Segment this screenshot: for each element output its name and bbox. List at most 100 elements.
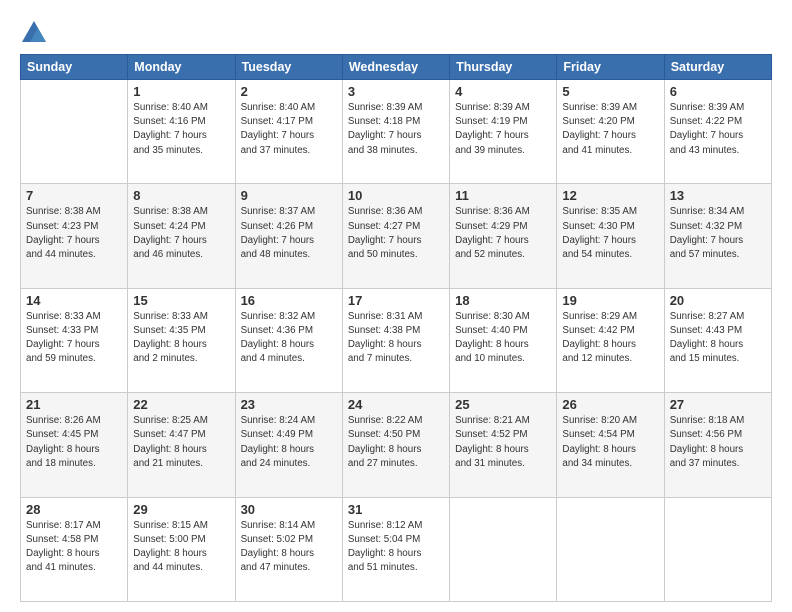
- day-number: 19: [562, 293, 658, 308]
- day-cell: 16 Sunrise: 8:32 AM Sunset: 4:36 PM Dayli…: [235, 288, 342, 392]
- weekday-header-tuesday: Tuesday: [235, 55, 342, 80]
- day-info: Sunrise: 8:17 AM Sunset: 4:58 PM Dayligh…: [26, 519, 122, 576]
- day-number: 17: [348, 293, 444, 308]
- day-cell: 19 Sunrise: 8:29 AM Sunset: 4:42 PM Dayli…: [557, 288, 664, 392]
- day-cell: 12 Sunrise: 8:35 AM Sunset: 4:30 PM Dayli…: [557, 184, 664, 288]
- day-number: 24: [348, 397, 444, 412]
- day-number: 15: [133, 293, 229, 308]
- calendar-page: SundayMondayTuesdayWednesdayThursdayFrid…: [0, 0, 792, 612]
- day-info: Sunrise: 8:36 AM Sunset: 4:29 PM Dayligh…: [455, 205, 551, 262]
- day-number: 5: [562, 84, 658, 99]
- day-number: 25: [455, 397, 551, 412]
- day-info: Sunrise: 8:12 AM Sunset: 5:04 PM Dayligh…: [348, 519, 444, 576]
- day-info: Sunrise: 8:38 AM Sunset: 4:24 PM Dayligh…: [133, 205, 229, 262]
- day-number: 11: [455, 188, 551, 203]
- day-cell: 11 Sunrise: 8:36 AM Sunset: 4:29 PM Dayli…: [450, 184, 557, 288]
- day-cell: 4 Sunrise: 8:39 AM Sunset: 4:19 PM Daylig…: [450, 80, 557, 184]
- day-info: Sunrise: 8:18 AM Sunset: 4:56 PM Dayligh…: [670, 414, 766, 471]
- day-info: Sunrise: 8:33 AM Sunset: 4:33 PM Dayligh…: [26, 310, 122, 367]
- day-cell: 23Sunrise: 8:24 AM Sunset: 4:49 PM Dayli…: [235, 393, 342, 497]
- day-info: Sunrise: 8:32 AM Sunset: 4:36 PM Dayligh…: [241, 310, 337, 367]
- day-cell: 15 Sunrise: 8:33 AM Sunset: 4:35 PM Dayli…: [128, 288, 235, 392]
- weekday-header-saturday: Saturday: [664, 55, 771, 80]
- day-info: Sunrise: 8:14 AM Sunset: 5:02 PM Dayligh…: [241, 519, 337, 576]
- week-row-3: 14 Sunrise: 8:33 AM Sunset: 4:33 PM Dayli…: [21, 288, 772, 392]
- header: [20, 18, 772, 46]
- day-number: 18: [455, 293, 551, 308]
- day-cell: 18 Sunrise: 8:30 AM Sunset: 4:40 PM Dayli…: [450, 288, 557, 392]
- day-number: 8: [133, 188, 229, 203]
- day-cell: 27Sunrise: 8:18 AM Sunset: 4:56 PM Dayli…: [664, 393, 771, 497]
- day-number: 12: [562, 188, 658, 203]
- day-info: Sunrise: 8:35 AM Sunset: 4:30 PM Dayligh…: [562, 205, 658, 262]
- day-cell: 26 Sunrise: 8:20 AM Sunset: 4:54 PM Dayli…: [557, 393, 664, 497]
- day-info: Sunrise: 8:34 AM Sunset: 4:32 PM Dayligh…: [670, 205, 766, 262]
- day-number: 1: [133, 84, 229, 99]
- day-cell: [664, 497, 771, 601]
- day-info: Sunrise: 8:40 AM Sunset: 4:17 PM Dayligh…: [241, 101, 337, 158]
- logo: [20, 18, 52, 46]
- day-number: 31: [348, 502, 444, 517]
- week-row-4: 21Sunrise: 8:26 AM Sunset: 4:45 PM Dayli…: [21, 393, 772, 497]
- day-cell: 10 Sunrise: 8:36 AM Sunset: 4:27 PM Dayli…: [342, 184, 449, 288]
- weekday-header-friday: Friday: [557, 55, 664, 80]
- day-info: Sunrise: 8:29 AM Sunset: 4:42 PM Dayligh…: [562, 310, 658, 367]
- day-number: 20: [670, 293, 766, 308]
- day-cell: 7 Sunrise: 8:38 AM Sunset: 4:23 PM Daylig…: [21, 184, 128, 288]
- day-cell: [450, 497, 557, 601]
- day-cell: 14 Sunrise: 8:33 AM Sunset: 4:33 PM Dayli…: [21, 288, 128, 392]
- day-cell: 20 Sunrise: 8:27 AM Sunset: 4:43 PM Dayli…: [664, 288, 771, 392]
- day-number: 13: [670, 188, 766, 203]
- day-number: 4: [455, 84, 551, 99]
- day-cell: 3Sunrise: 8:39 AM Sunset: 4:18 PM Daylig…: [342, 80, 449, 184]
- day-info: Sunrise: 8:39 AM Sunset: 4:22 PM Dayligh…: [670, 101, 766, 158]
- day-cell: [21, 80, 128, 184]
- day-number: 10: [348, 188, 444, 203]
- day-number: 7: [26, 188, 122, 203]
- weekday-header-row: SundayMondayTuesdayWednesdayThursdayFrid…: [21, 55, 772, 80]
- day-info: Sunrise: 8:20 AM Sunset: 4:54 PM Dayligh…: [562, 414, 658, 471]
- day-info: Sunrise: 8:39 AM Sunset: 4:19 PM Dayligh…: [455, 101, 551, 158]
- day-cell: 22 Sunrise: 8:25 AM Sunset: 4:47 PM Dayli…: [128, 393, 235, 497]
- day-cell: 29 Sunrise: 8:15 AM Sunset: 5:00 PM Dayli…: [128, 497, 235, 601]
- day-cell: 28 Sunrise: 8:17 AM Sunset: 4:58 PM Dayli…: [21, 497, 128, 601]
- day-info: Sunrise: 8:36 AM Sunset: 4:27 PM Dayligh…: [348, 205, 444, 262]
- day-info: Sunrise: 8:40 AM Sunset: 4:16 PM Dayligh…: [133, 101, 229, 158]
- day-number: 16: [241, 293, 337, 308]
- day-info: Sunrise: 8:37 AM Sunset: 4:26 PM Dayligh…: [241, 205, 337, 262]
- day-cell: 24Sunrise: 8:22 AM Sunset: 4:50 PM Dayli…: [342, 393, 449, 497]
- day-cell: 6 Sunrise: 8:39 AM Sunset: 4:22 PM Daylig…: [664, 80, 771, 184]
- day-info: Sunrise: 8:31 AM Sunset: 4:38 PM Dayligh…: [348, 310, 444, 367]
- day-number: 21: [26, 397, 122, 412]
- day-cell: 17 Sunrise: 8:31 AM Sunset: 4:38 PM Dayli…: [342, 288, 449, 392]
- day-number: 9: [241, 188, 337, 203]
- day-cell: 1 Sunrise: 8:40 AM Sunset: 4:16 PM Daylig…: [128, 80, 235, 184]
- week-row-1: 1 Sunrise: 8:40 AM Sunset: 4:16 PM Daylig…: [21, 80, 772, 184]
- day-cell: 8 Sunrise: 8:38 AM Sunset: 4:24 PM Daylig…: [128, 184, 235, 288]
- day-cell: 2Sunrise: 8:40 AM Sunset: 4:17 PM Daylig…: [235, 80, 342, 184]
- weekday-header-wednesday: Wednesday: [342, 55, 449, 80]
- day-cell: 25 Sunrise: 8:21 AM Sunset: 4:52 PM Dayli…: [450, 393, 557, 497]
- day-number: 3: [348, 84, 444, 99]
- day-info: Sunrise: 8:15 AM Sunset: 5:00 PM Dayligh…: [133, 519, 229, 576]
- day-info: Sunrise: 8:33 AM Sunset: 4:35 PM Dayligh…: [133, 310, 229, 367]
- day-number: 14: [26, 293, 122, 308]
- day-number: 29: [133, 502, 229, 517]
- day-number: 28: [26, 502, 122, 517]
- day-number: 23: [241, 397, 337, 412]
- day-info: Sunrise: 8:25 AM Sunset: 4:47 PM Dayligh…: [133, 414, 229, 471]
- day-number: 26: [562, 397, 658, 412]
- day-info: Sunrise: 8:21 AM Sunset: 4:52 PM Dayligh…: [455, 414, 551, 471]
- day-info: Sunrise: 8:27 AM Sunset: 4:43 PM Dayligh…: [670, 310, 766, 367]
- day-cell: 13 Sunrise: 8:34 AM Sunset: 4:32 PM Dayli…: [664, 184, 771, 288]
- day-number: 30: [241, 502, 337, 517]
- day-number: 22: [133, 397, 229, 412]
- weekday-header-thursday: Thursday: [450, 55, 557, 80]
- day-cell: 30 Sunrise: 8:14 AM Sunset: 5:02 PM Dayli…: [235, 497, 342, 601]
- day-info: Sunrise: 8:39 AM Sunset: 4:20 PM Dayligh…: [562, 101, 658, 158]
- week-row-5: 28 Sunrise: 8:17 AM Sunset: 4:58 PM Dayli…: [21, 497, 772, 601]
- day-number: 6: [670, 84, 766, 99]
- day-info: Sunrise: 8:30 AM Sunset: 4:40 PM Dayligh…: [455, 310, 551, 367]
- day-cell: [557, 497, 664, 601]
- day-info: Sunrise: 8:38 AM Sunset: 4:23 PM Dayligh…: [26, 205, 122, 262]
